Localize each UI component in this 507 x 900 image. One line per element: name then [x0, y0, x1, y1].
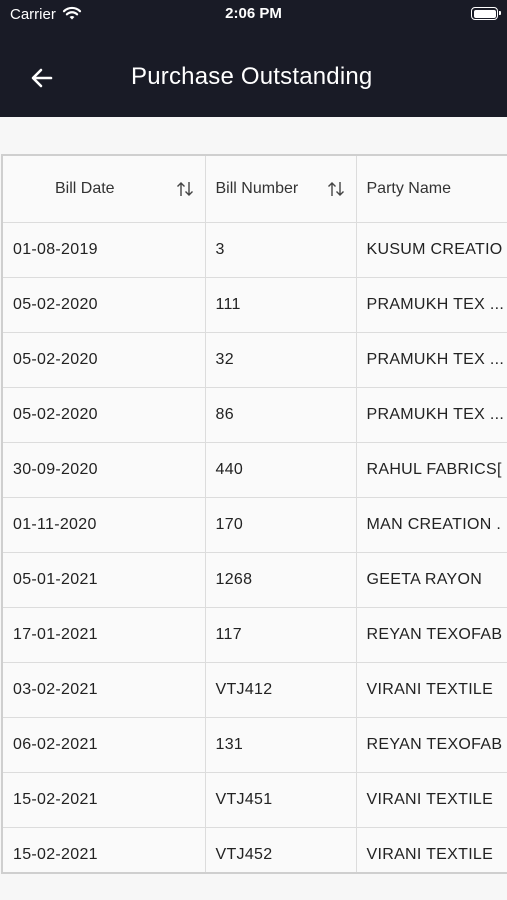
- arrow-left-icon: [31, 68, 53, 88]
- table-row[interactable]: 05-02-2020 86 PRAMUKH TEX ...: [3, 387, 507, 443]
- bill-number-cell: 3: [205, 222, 357, 278]
- bill-date-cell: 17-01-2021: [3, 607, 206, 663]
- bill-date-cell: 05-01-2021: [3, 552, 206, 608]
- column-header-bill-date[interactable]: Bill Date: [3, 156, 206, 223]
- party-name-cell: VIRANI TEXTILE: [356, 772, 507, 828]
- outstanding-table[interactable]: Bill Date Bill Number Party Name 01-08-2…: [1, 154, 507, 874]
- table-row[interactable]: 17-01-2021 117 REYAN TEXOFAB: [3, 607, 507, 663]
- table-row[interactable]: 01-11-2020 170 MAN CREATION .: [3, 497, 507, 553]
- bill-date-cell: 15-02-2021: [3, 772, 206, 828]
- bill-number-cell: VTJ451: [205, 772, 357, 828]
- party-name-cell: PRAMUKH TEX ...: [356, 332, 507, 388]
- party-name-cell: VIRANI TEXTILE: [356, 662, 507, 718]
- party-name-cell: VIRANI TEXTILE: [356, 827, 507, 872]
- bill-date-cell: 01-11-2020: [3, 497, 206, 553]
- table-row[interactable]: 05-01-2021 1268 GEETA RAYON: [3, 552, 507, 608]
- bill-date-cell: 05-02-2020: [3, 277, 206, 333]
- bill-date-cell: 05-02-2020: [3, 387, 206, 443]
- bill-number-cell: 111: [205, 277, 357, 333]
- bill-date-cell: 01-08-2019: [3, 222, 206, 278]
- column-header-bill-number[interactable]: Bill Number: [205, 156, 357, 223]
- party-name-cell: GEETA RAYON: [356, 552, 507, 608]
- table-row[interactable]: 06-02-2021 131 REYAN TEXOFAB: [3, 717, 507, 773]
- party-name-cell: PRAMUKH TEX ...: [356, 387, 507, 443]
- bill-date-cell: 05-02-2020: [3, 332, 206, 388]
- sort-arrows-icon[interactable]: [326, 180, 346, 198]
- status-time: 2:06 PM: [225, 5, 282, 22]
- status-bar: Carrier 2:06 PM: [0, 0, 507, 30]
- party-name-cell: PRAMUKH TEX ...: [356, 277, 507, 333]
- party-name-cell: KUSUM CREATIO: [356, 222, 507, 278]
- bill-date-cell: 06-02-2021: [3, 717, 206, 773]
- table-row[interactable]: 15-02-2021 VTJ451 VIRANI TEXTILE: [3, 772, 507, 828]
- bill-number-cell: 131: [205, 717, 357, 773]
- table-row[interactable]: 30-09-2020 440 RAHUL FABRICS[: [3, 442, 507, 498]
- page-title: Purchase Outstanding: [131, 63, 373, 90]
- app-bar: Carrier 2:06 PM Purchase Outstanding: [0, 0, 507, 117]
- party-name-cell: REYAN TEXOFAB: [356, 717, 507, 773]
- party-name-cell: RAHUL FABRICS[: [356, 442, 507, 498]
- table-row[interactable]: 03-02-2021 VTJ412 VIRANI TEXTILE: [3, 662, 507, 718]
- bill-number-cell: VTJ452: [205, 827, 357, 872]
- column-header-label: Bill Number: [215, 179, 299, 197]
- bill-number-cell: VTJ412: [205, 662, 357, 718]
- table-row[interactable]: 05-02-2020 32 PRAMUKH TEX ...: [3, 332, 507, 388]
- bill-number-cell: 32: [205, 332, 357, 388]
- table-row[interactable]: 15-02-2021 VTJ452 VIRANI TEXTILE: [3, 827, 507, 872]
- bill-number-cell: 117: [205, 607, 357, 663]
- bill-number-cell: 86: [205, 387, 357, 443]
- table-body: 01-08-2019 3 KUSUM CREATIO 05-02-2020 111 PRA…: [3, 222, 507, 872]
- back-button[interactable]: [22, 58, 62, 98]
- battery-icon: [471, 7, 501, 20]
- party-name-cell: MAN CREATION .: [356, 497, 507, 553]
- sort-arrows-icon[interactable]: [175, 180, 195, 198]
- column-header-label: Party Name: [366, 179, 451, 197]
- bill-number-cell: 440: [205, 442, 357, 498]
- bill-number-cell: 170: [205, 497, 357, 553]
- bill-date-cell: 03-02-2021: [3, 662, 206, 718]
- column-header-party-name[interactable]: Party Name: [356, 156, 507, 223]
- column-header-label: Bill Date: [55, 179, 115, 197]
- bill-date-cell: 30-09-2020: [3, 442, 206, 498]
- party-name-cell: REYAN TEXOFAB: [356, 607, 507, 663]
- bill-date-cell: 15-02-2021: [3, 827, 206, 872]
- bill-number-cell: 1268: [205, 552, 357, 608]
- table-row[interactable]: 01-08-2019 3 KUSUM CREATIO: [3, 222, 507, 278]
- table-header-row: Bill Date Bill Number Party Name: [3, 156, 507, 223]
- table-row[interactable]: 05-02-2020 111 PRAMUKH TEX ...: [3, 277, 507, 333]
